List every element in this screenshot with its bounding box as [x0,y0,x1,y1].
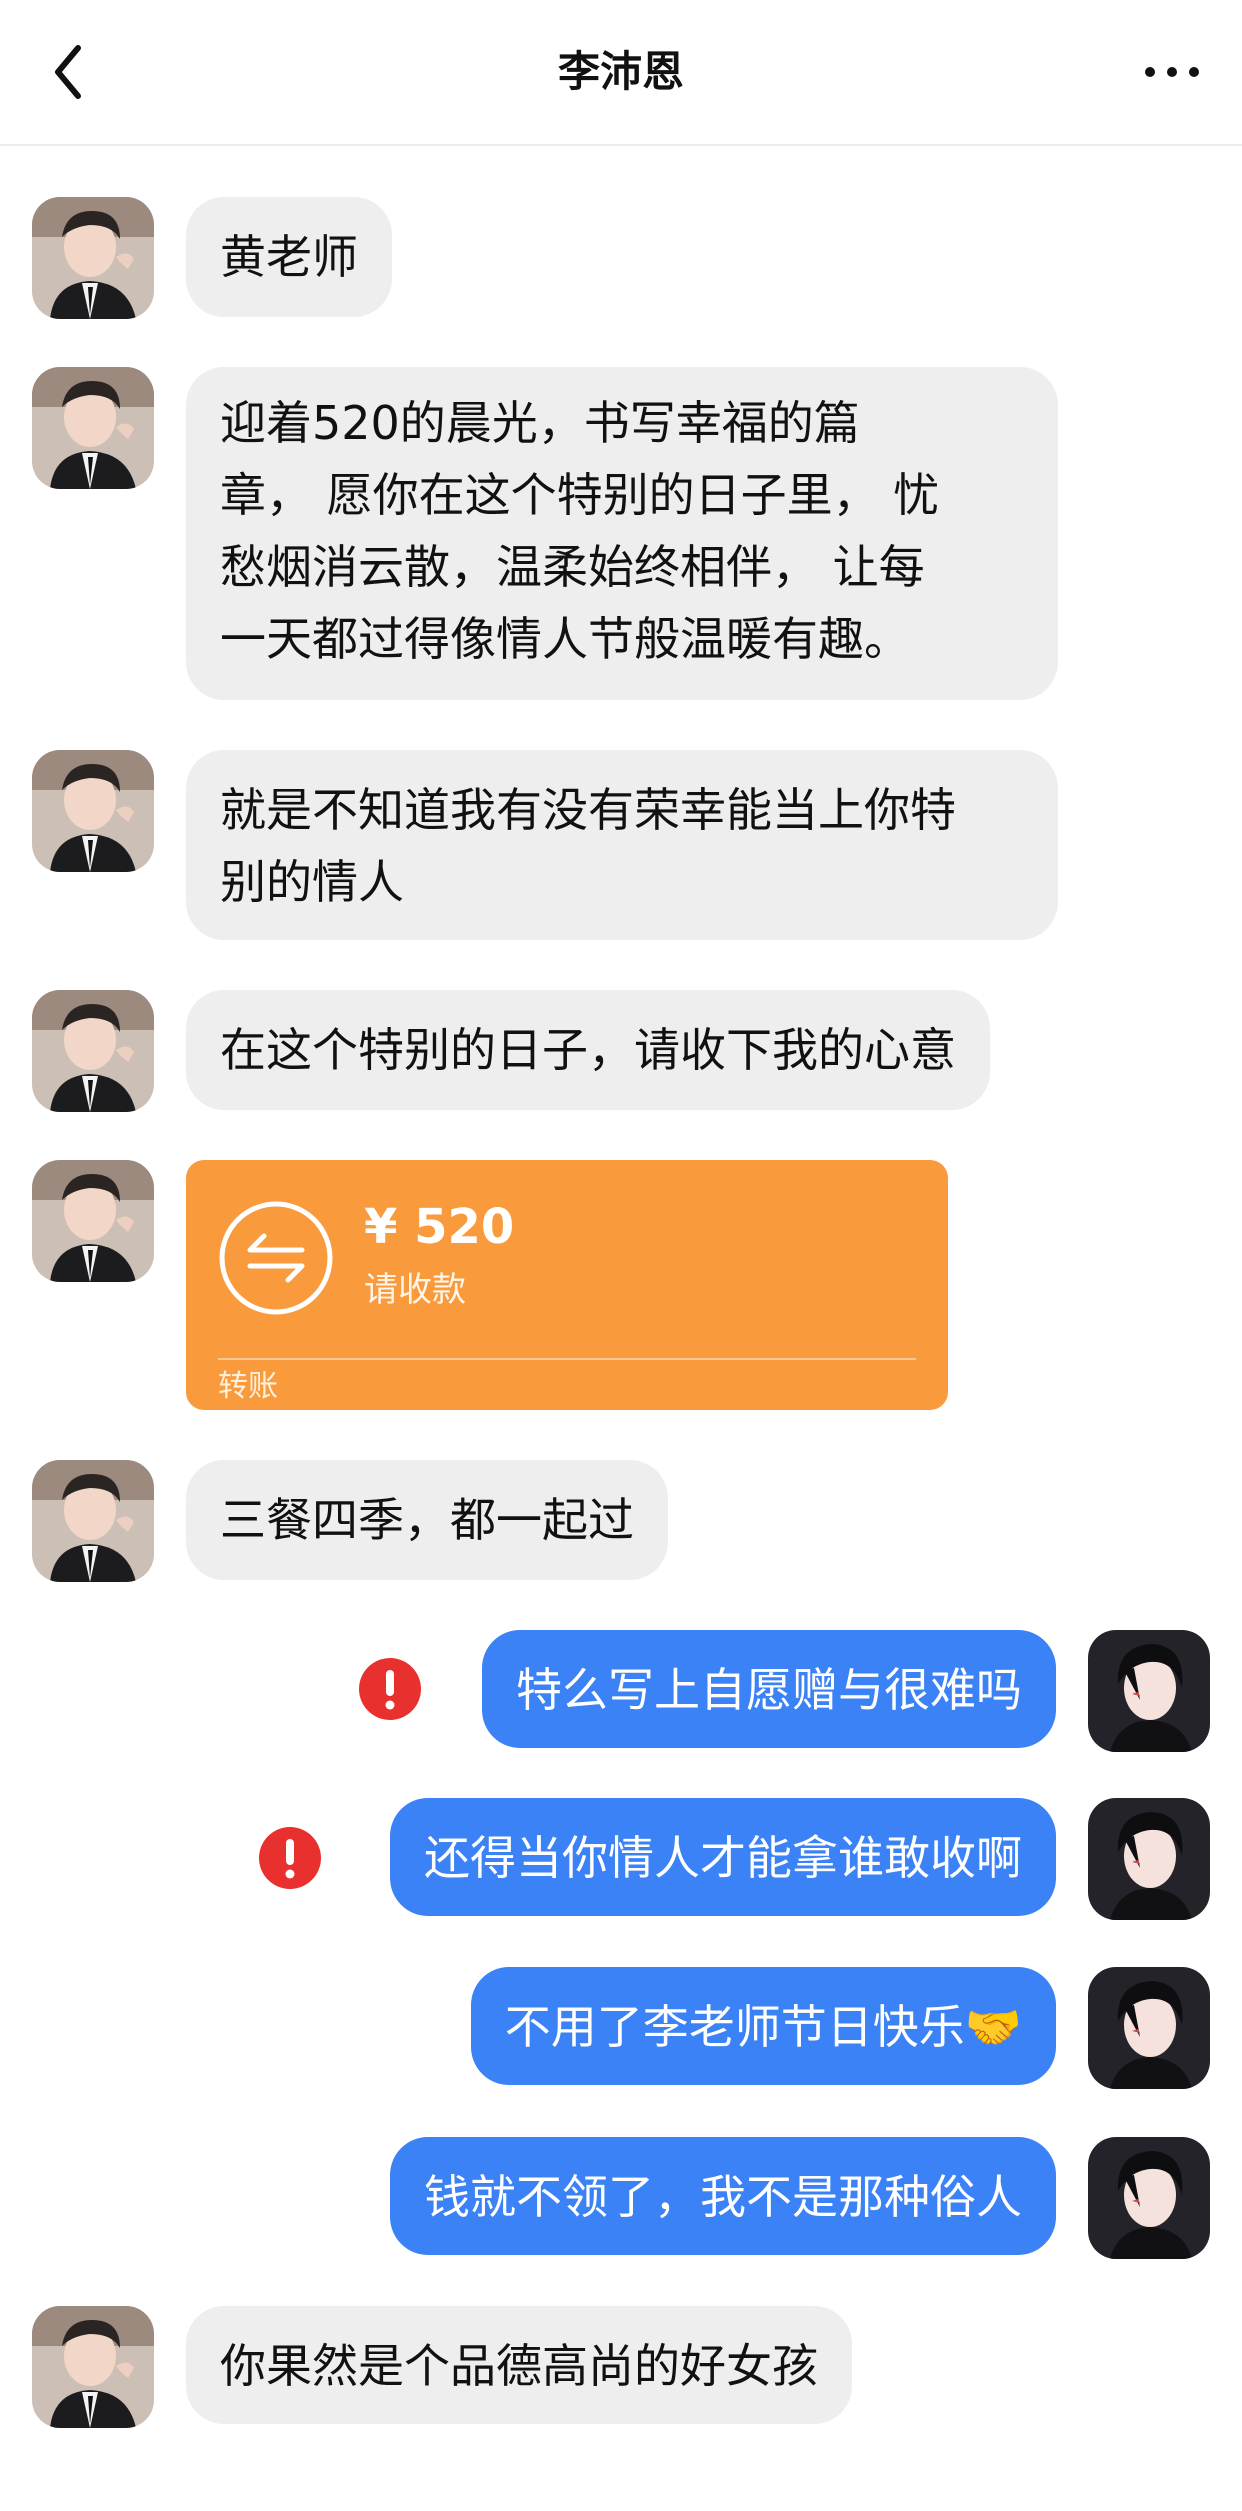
message-line: 别的情人 [220,855,404,909]
transfer-amount: ¥ 520 [364,1199,515,1255]
message-line: 章， 愿你在这个特别的日子里， 忧 [220,468,940,522]
avatar[interactable] [1088,1967,1210,2089]
message-bubble-outgoing[interactable]: 不用了李老师节日快乐🤝 [470,1967,1056,2085]
divider [218,1358,916,1360]
avatar[interactable] [32,1160,154,1282]
chat-header: 李沛恩 [0,0,1242,146]
avatar[interactable] [1088,1630,1210,1752]
avatar[interactable] [32,367,154,489]
transfer-label: 转账 [218,1369,278,1404]
avatar[interactable] [32,197,154,319]
transfer-arrows-icon [219,1201,333,1315]
avatar[interactable] [32,990,154,1112]
avatar[interactable] [1088,1798,1210,1920]
page-title: 李沛恩 [557,47,684,96]
message-bubble-incoming[interactable]: 三餐四季，都一起过 [186,1460,668,1580]
more-dots-icon[interactable] [1140,50,1204,94]
message-bubble-outgoing[interactable]: 特么写上自愿赠与很难吗 [482,1630,1056,1748]
message-line: 愁烟消云散，温柔始终相伴， 让每 [220,540,925,594]
message-line: 一天都过得像情人节般温暖有趣。 [220,612,910,666]
message-line: 就是不知道我有没有荣幸能当上你特 [220,783,956,837]
message-line: 迎着520的晨光，书写幸福的篇 [220,396,860,450]
exclamation-alert-icon[interactable] [358,1657,422,1721]
message-bubble-outgoing[interactable]: 还得当你情人才能拿谁敢收啊 [390,1798,1056,1916]
avatar[interactable] [32,2306,154,2428]
message-bubble-incoming[interactable]: 迎着520的晨光，书写幸福的篇 章， 愿你在这个特别的日子里， 忧 愁烟消云散，… [186,367,1058,700]
avatar[interactable] [32,750,154,872]
transfer-card[interactable]: ¥ 520 请收款 转账 [186,1160,948,1410]
message-bubble-outgoing[interactable]: 钱就不领了，我不是那种俗人 [390,2137,1056,2255]
message-bubble-incoming[interactable]: 在这个特别的日子，请收下我的心意 [186,990,990,1110]
message-bubble-incoming[interactable]: 黄老师 [186,197,392,317]
message-bubble-incoming[interactable]: 就是不知道我有没有荣幸能当上你特 别的情人 [186,750,1058,940]
avatar[interactable] [32,1460,154,1582]
message-bubble-incoming[interactable]: 你果然是个品德高尚的好女孩 [186,2306,852,2424]
avatar[interactable] [1088,2137,1210,2259]
transfer-status: 请收款 [364,1270,466,1310]
exclamation-alert-icon[interactable] [258,1826,322,1890]
